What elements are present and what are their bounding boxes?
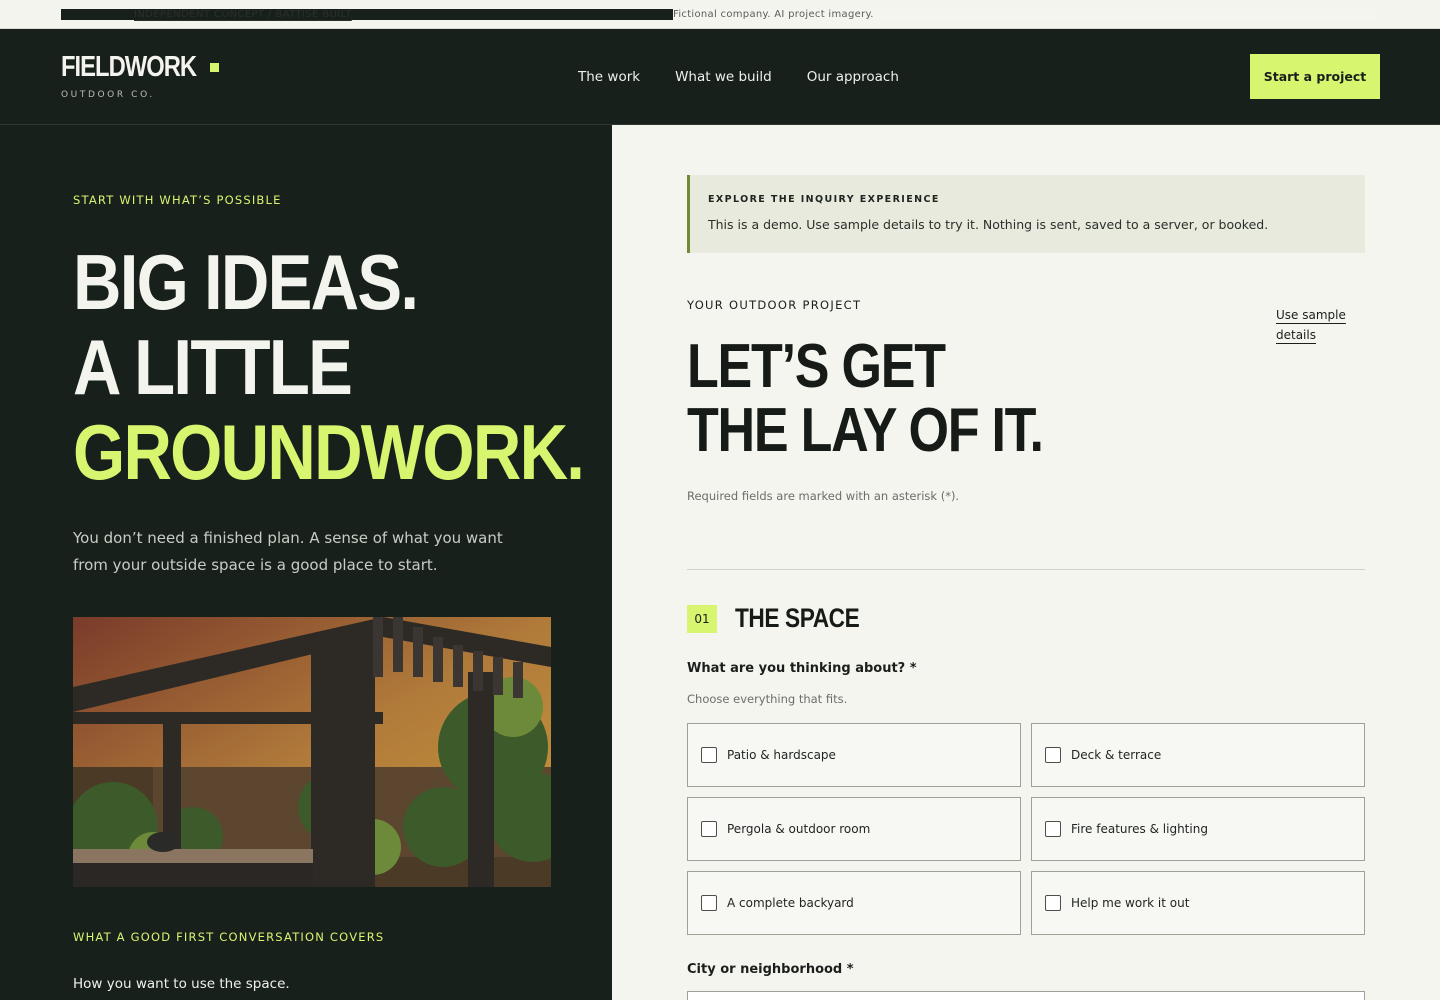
start-project-button[interactable]: Start a project <box>1250 54 1380 99</box>
project-type-options: Patio & hardscape Deck & terrace Pergola… <box>687 723 1365 935</box>
inquiry-form-panel: EXPLORE THE INQUIRY EXPERIENCE This is a… <box>612 125 1440 1000</box>
site-header: FIELDWORK OUTDOOR CO. The work What we b… <box>0 29 1440 125</box>
main-content: START WITH WHAT’S POSSIBLE BIG IDEAS. A … <box>0 125 1440 1000</box>
required-note: Required fields are marked with an aster… <box>687 489 960 503</box>
option-label: Help me work it out <box>1071 896 1190 910</box>
checkbox[interactable] <box>1045 747 1061 763</box>
option-patio-hardscape[interactable]: Patio & hardscape <box>687 723 1021 787</box>
conversation-point: How you want to use the space. <box>73 976 290 992</box>
main-nav: The work What we build Our approach <box>578 29 899 125</box>
pergola-photo <box>73 617 551 887</box>
project-type-help: Choose everything that fits. <box>687 692 848 706</box>
demo-kicker: EXPLORE THE INQUIRY EXPERIENCE <box>708 194 940 205</box>
hero-panel: START WITH WHAT’S POSSIBLE BIG IDEAS. A … <box>0 125 612 1000</box>
form-title-line-1: LET’S GET <box>687 332 946 401</box>
hero-line-1: BIG IDEAS. <box>73 238 419 326</box>
option-label: Patio & hardscape <box>727 748 836 762</box>
divider <box>687 569 1365 570</box>
option-deck-terrace[interactable]: Deck & terrace <box>1031 723 1365 787</box>
top-strip: INDEPENDENT CONCEPT / BATTISE BUILT Fict… <box>0 0 1440 29</box>
step-number-badge: 01 <box>687 604 717 633</box>
use-sample-details-label: Use sample details <box>1276 308 1346 342</box>
option-fire-features-lighting[interactable]: Fire features & lighting <box>1031 797 1365 861</box>
logo-wordmark: FIELDWORK <box>61 51 197 83</box>
city-input[interactable] <box>687 991 1365 1000</box>
demo-text: This is a demo. Use sample details to tr… <box>708 217 1269 232</box>
nav-link-our-approach[interactable]: Our approach <box>807 69 899 85</box>
option-label: Pergola & outdoor room <box>727 822 871 836</box>
option-complete-backyard[interactable]: A complete backyard <box>687 871 1021 935</box>
option-pergola-outdoor-room[interactable]: Pergola & outdoor room <box>687 797 1021 861</box>
demo-notice: EXPLORE THE INQUIRY EXPERIENCE This is a… <box>687 175 1365 253</box>
project-type-question: What are you thinking about? * <box>687 661 917 676</box>
city-label: City or neighborhood * <box>687 962 854 977</box>
logo-square-icon <box>209 63 219 72</box>
form-title-line-2: THE LAY OF IT. <box>687 396 1044 465</box>
hero-eyebrow: START WITH WHAT’S POSSIBLE <box>73 193 282 207</box>
logo-subtitle: OUTDOOR CO. <box>61 90 155 100</box>
pergola-illustration <box>73 617 551 887</box>
step-title: THE SPACE <box>735 603 860 633</box>
checkbox[interactable] <box>701 747 717 763</box>
hero-headline: BIG IDEAS. A LITTLE GROUNDWORK. <box>73 238 585 496</box>
logo[interactable]: FIELDWORK OUTDOOR CO. <box>61 53 219 100</box>
use-sample-details-link[interactable]: Use sample details <box>1276 305 1346 345</box>
checkbox[interactable] <box>701 895 717 911</box>
hero-line-3: GROUNDWORK. <box>73 408 585 496</box>
hero-lede: You don’t need a finished plan. A sense … <box>73 529 503 574</box>
checkbox[interactable] <box>1045 895 1061 911</box>
checkbox[interactable] <box>1045 821 1061 837</box>
nav-link-the-work[interactable]: The work <box>578 69 640 85</box>
form-title: LET’S GET THE LAY OF IT. <box>687 332 1044 465</box>
hero-line-2: A LITTLE <box>73 323 353 411</box>
option-label: Fire features & lighting <box>1071 822 1208 836</box>
option-label: Deck & terrace <box>1071 748 1162 762</box>
form-eyebrow: YOUR OUTDOOR PROJECT <box>687 298 862 312</box>
option-label: A complete backyard <box>727 896 854 910</box>
nav-link-what-we-build[interactable]: What we build <box>675 69 772 85</box>
fictional-note: Fictional company. AI project imagery. <box>673 8 1379 20</box>
conversation-eyebrow: WHAT A GOOD FIRST CONVERSATION COVERS <box>73 930 385 944</box>
checkbox[interactable] <box>701 821 717 837</box>
step-header: 01 THE SPACE <box>687 603 883 634</box>
concept-link[interactable]: INDEPENDENT CONCEPT / BATTISE BUILT <box>61 8 673 20</box>
option-help-me-work-it-out[interactable]: Help me work it out <box>1031 871 1365 935</box>
